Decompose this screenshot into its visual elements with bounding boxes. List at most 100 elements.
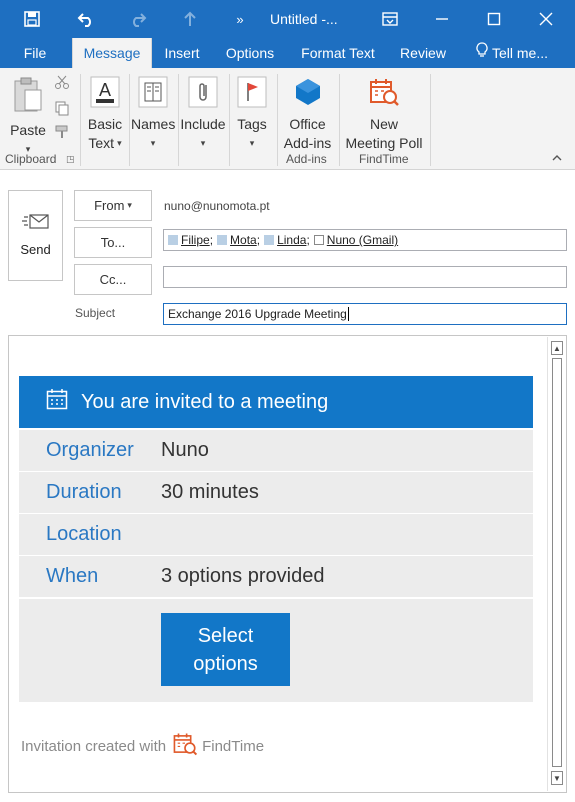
new-meeting-poll-label-2: Meeting Poll bbox=[345, 135, 423, 151]
office-addins-icon bbox=[280, 76, 335, 113]
basic-text-button[interactable]: A Basic Text ▾ bbox=[83, 72, 127, 153]
group-label-findtime: FindTime bbox=[359, 152, 409, 166]
names-button[interactable]: Names ▾ bbox=[131, 72, 175, 153]
format-painter-icon[interactable] bbox=[54, 124, 70, 145]
ribbon-separator bbox=[430, 74, 431, 166]
invite-row: Location bbox=[19, 514, 533, 555]
scroll-down-icon[interactable]: ▼ bbox=[551, 771, 563, 785]
to-button[interactable]: To... bbox=[74, 227, 152, 258]
new-meeting-poll-button[interactable]: New Meeting Poll bbox=[341, 72, 427, 153]
undo-icon[interactable] bbox=[68, 0, 104, 38]
tab-file[interactable]: File bbox=[14, 38, 56, 68]
ribbon-separator bbox=[129, 74, 130, 166]
up-arrow-icon[interactable] bbox=[172, 0, 208, 38]
chevron-down-icon: ▾ bbox=[200, 138, 206, 148]
maximize-icon[interactable] bbox=[476, 0, 512, 38]
recipient-chip[interactable]: Nuno (Gmail) bbox=[313, 233, 398, 247]
to-field[interactable]: Filipe; Mota; Linda; Nuno (Gmail) bbox=[163, 229, 567, 251]
ribbon-separator bbox=[178, 74, 179, 166]
tags-label: Tags bbox=[237, 116, 267, 132]
tab-message[interactable]: Message bbox=[72, 38, 152, 68]
duration-key: Duration bbox=[46, 481, 122, 503]
tab-tell-me[interactable]: Tell me... bbox=[466, 38, 558, 68]
include-button[interactable]: Include ▾ bbox=[180, 72, 226, 153]
more-commands-icon[interactable]: » bbox=[222, 0, 258, 38]
tab-options[interactable]: Options bbox=[220, 38, 280, 68]
contact-card-icon bbox=[264, 235, 275, 245]
office-addins-label-2: Add-ins bbox=[283, 135, 332, 151]
tags-button[interactable]: Tags ▾ bbox=[232, 72, 272, 153]
font-color-icon: A bbox=[83, 76, 127, 113]
dialog-launcher-icon[interactable]: ◳ bbox=[66, 154, 75, 165]
flag-icon bbox=[232, 76, 272, 113]
include-label: Include bbox=[180, 116, 226, 132]
invite-header: You are invited to a meeting bbox=[19, 376, 533, 428]
ribbon: Paste ▾ Clipboard ◳ A Basic Text ▾ Names… bbox=[0, 68, 575, 170]
ribbon-separator bbox=[277, 74, 278, 166]
recipient-chip[interactable]: Mota; bbox=[217, 233, 260, 247]
findtime-brand[interactable]: FindTime bbox=[172, 731, 264, 761]
from-button[interactable]: From ▾ bbox=[74, 190, 152, 221]
send-envelope-icon bbox=[9, 213, 62, 234]
paste-icon bbox=[6, 76, 50, 119]
office-addins-label-1: Office bbox=[289, 116, 326, 132]
send-button[interactable]: Send bbox=[8, 190, 63, 281]
subject-field[interactable]: Exchange 2016 Upgrade Meeting bbox=[163, 303, 567, 325]
lightbulb-icon bbox=[476, 38, 488, 68]
footer-brand: FindTime bbox=[202, 737, 265, 755]
invite-row: Duration 30 minutes bbox=[19, 472, 533, 513]
paperclip-icon bbox=[180, 76, 226, 113]
cc-button[interactable]: Cc... bbox=[74, 264, 152, 295]
select-options-label-2: options bbox=[193, 653, 258, 675]
from-address: nuno@nunomota.pt bbox=[164, 199, 270, 213]
when-value: 3 options provided bbox=[161, 565, 325, 587]
scrollbar-thumb[interactable] bbox=[552, 358, 562, 767]
tab-format-text[interactable]: Format Text bbox=[294, 38, 382, 68]
recipient-chip[interactable]: Filipe; bbox=[168, 233, 213, 247]
group-label-clipboard: Clipboard bbox=[5, 152, 57, 166]
contact-card-icon bbox=[217, 235, 228, 245]
location-key: Location bbox=[46, 523, 122, 545]
paste-button[interactable]: Paste ▾ bbox=[6, 72, 50, 159]
organizer-value: Nuno bbox=[161, 439, 209, 461]
collapse-ribbon-icon[interactable] bbox=[551, 150, 563, 168]
basic-text-label-1: Basic bbox=[87, 116, 123, 132]
cut-icon[interactable] bbox=[54, 74, 70, 95]
tab-insert[interactable]: Insert bbox=[158, 38, 206, 68]
findtime-icon bbox=[172, 731, 198, 761]
findtime-icon bbox=[341, 76, 427, 113]
save-icon[interactable] bbox=[14, 0, 50, 38]
redo-icon[interactable] bbox=[120, 0, 156, 38]
copy-icon[interactable] bbox=[54, 100, 70, 121]
chevron-down-icon: ▾ bbox=[117, 138, 122, 148]
vertical-scrollbar[interactable]: ▲ ▼ bbox=[547, 337, 566, 791]
title-bar: » Untitled -... bbox=[0, 0, 575, 38]
invite-footer: Invitation created with FindTime bbox=[21, 731, 264, 761]
contact-card-icon bbox=[168, 235, 178, 245]
svg-text:A: A bbox=[99, 80, 111, 100]
scroll-up-icon[interactable]: ▲ bbox=[551, 341, 563, 355]
group-label-addins: Add-ins bbox=[286, 152, 327, 166]
close-icon[interactable] bbox=[528, 0, 564, 38]
when-key: When bbox=[46, 565, 99, 587]
chevron-down-icon: ▾ bbox=[150, 138, 156, 148]
tab-review[interactable]: Review bbox=[393, 38, 453, 68]
ribbon-separator bbox=[229, 74, 230, 166]
duration-value: 30 minutes bbox=[161, 481, 259, 503]
new-meeting-poll-label-1: New bbox=[369, 116, 398, 132]
cc-field[interactable] bbox=[163, 266, 567, 288]
names-label: Names bbox=[131, 116, 176, 132]
ribbon-display-icon[interactable] bbox=[372, 0, 408, 38]
ribbon-separator bbox=[80, 74, 81, 166]
ribbon-separator bbox=[339, 74, 340, 166]
subject-label: Subject bbox=[75, 306, 116, 320]
recipient-chip[interactable]: Linda; bbox=[264, 233, 310, 247]
select-options-button[interactable]: Select options bbox=[161, 613, 290, 686]
minimize-icon[interactable] bbox=[424, 0, 460, 38]
footer-text: Invitation created with bbox=[21, 737, 167, 755]
chevron-down-icon: ▾ bbox=[249, 138, 255, 148]
office-addins-button[interactable]: Office Add-ins bbox=[280, 72, 335, 153]
chevron-down-icon: ▾ bbox=[127, 200, 132, 210]
calendar-icon bbox=[46, 388, 68, 416]
send-label: Send bbox=[20, 242, 51, 257]
